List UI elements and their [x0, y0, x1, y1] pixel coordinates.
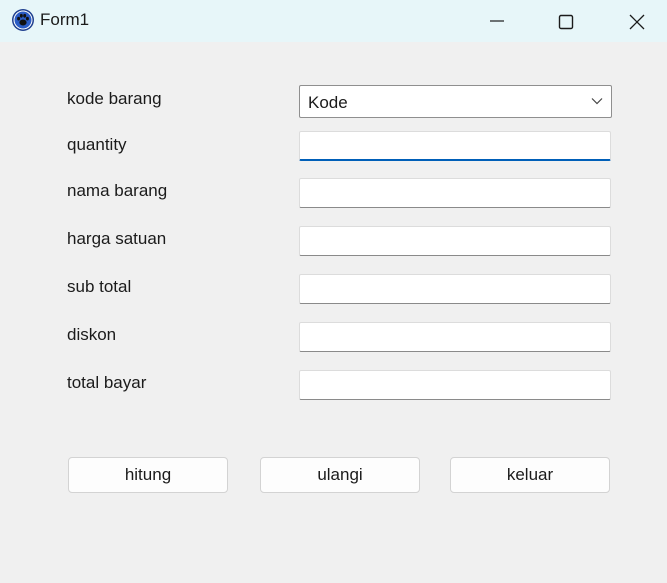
- sub-total-input[interactable]: [300, 275, 610, 303]
- close-button[interactable]: [613, 0, 659, 42]
- sub-total-field[interactable]: [299, 274, 611, 304]
- form1-window: Form1 kode barang Kode quantity nama bar…: [0, 0, 667, 583]
- harga-satuan-input[interactable]: [300, 227, 610, 255]
- maximize-icon: [558, 14, 574, 30]
- minimize-icon: [490, 20, 504, 22]
- close-icon: [629, 14, 645, 30]
- diskon-label: diskon: [67, 325, 117, 344]
- chevron-down-icon: [591, 98, 603, 105]
- diskon-field[interactable]: [299, 322, 611, 352]
- window-title: Form1: [40, 10, 90, 29]
- kode-barang-selected: Kode: [308, 93, 348, 112]
- diskon-input[interactable]: [300, 323, 610, 351]
- nama-barang-field[interactable]: [299, 178, 611, 208]
- quantity-input[interactable]: [300, 132, 610, 159]
- quantity-field[interactable]: [299, 131, 611, 161]
- nama-barang-input[interactable]: [300, 179, 610, 207]
- harga-satuan-field[interactable]: [299, 226, 611, 256]
- paw-app-icon[interactable]: [11, 8, 35, 32]
- kode-barang-combobox[interactable]: Kode: [299, 85, 612, 118]
- quantity-label: quantity: [67, 135, 127, 154]
- ulangi-button[interactable]: ulangi: [260, 457, 420, 493]
- maximize-button[interactable]: [542, 0, 588, 42]
- nama-barang-label: nama barang: [67, 181, 168, 200]
- total-bayar-input[interactable]: [300, 371, 610, 399]
- total-bayar-label: total bayar: [67, 373, 147, 392]
- sub-total-label: sub total: [67, 277, 132, 296]
- hitung-button[interactable]: hitung: [68, 457, 228, 493]
- title-bar[interactable]: Form1: [0, 0, 667, 42]
- harga-satuan-label: harga satuan: [67, 229, 167, 248]
- minimize-button[interactable]: [474, 0, 520, 42]
- total-bayar-field[interactable]: [299, 370, 611, 400]
- keluar-button[interactable]: keluar: [450, 457, 610, 493]
- kode-barang-label: kode barang: [67, 89, 162, 108]
